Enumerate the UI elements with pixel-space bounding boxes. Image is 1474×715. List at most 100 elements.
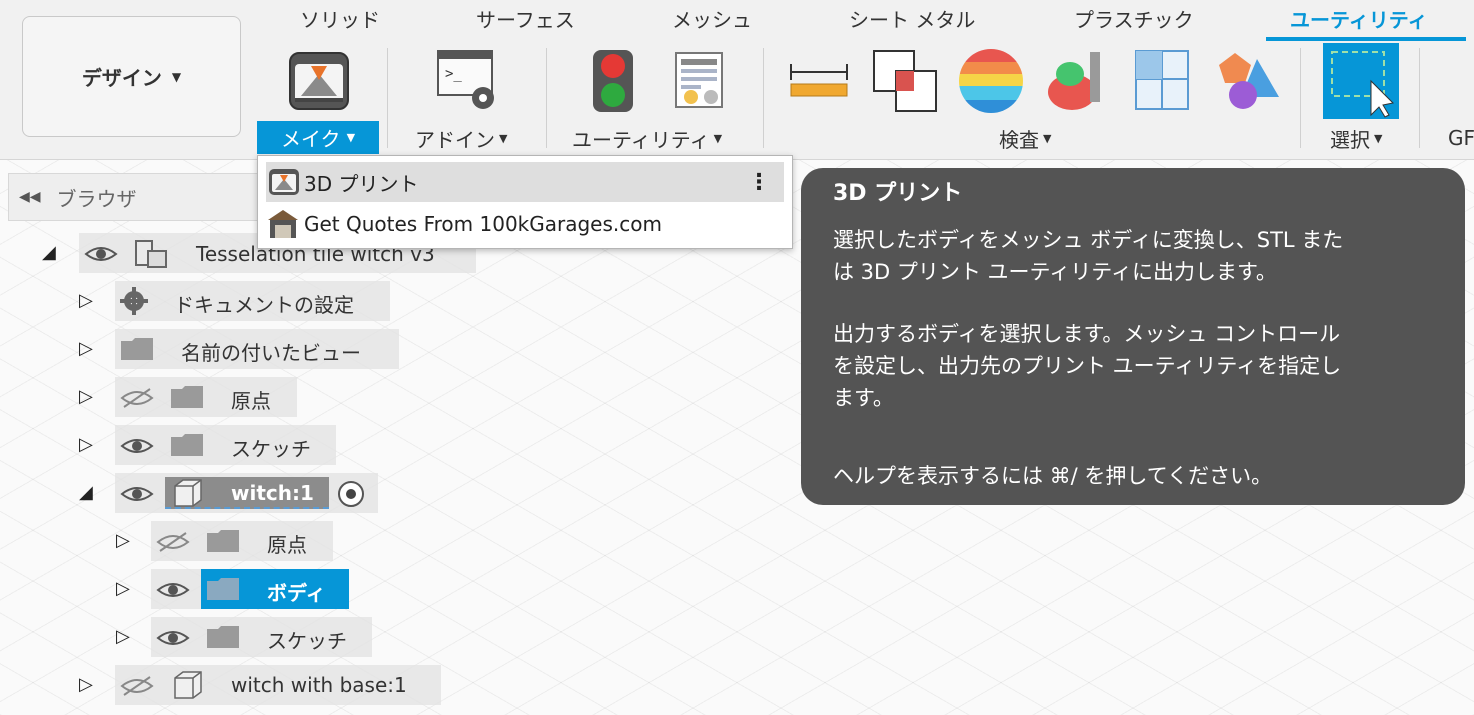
eye-hidden-icon[interactable] [156, 531, 190, 553]
tooltip-text: を設定し、出力先のプリント ユーティリティを指定し [833, 354, 1342, 378]
caret-down-icon: ▼ [171, 69, 182, 84]
tab-plastic[interactable]: プラスチック [1074, 4, 1194, 32]
project-report-icon[interactable] [675, 52, 725, 110]
workspace-label: デザイン [81, 66, 162, 90]
expanded-triangle-icon[interactable]: ◢ [42, 242, 56, 263]
section-analysis-icon[interactable] [1134, 49, 1190, 111]
menu-item-label: 3D プリント [304, 171, 419, 196]
tooltip-3d-print: 3D プリント 選択したボディをメッシュ ボディに変換し、STL また は 3D… [801, 168, 1465, 505]
tooltip-text: は 3D プリント ユーティリティに出力します。 [833, 260, 1277, 284]
tree-label-bodies[interactable]: ボディ [267, 577, 326, 606]
inspect-label: 検査 [999, 127, 1039, 152]
collapsed-triangle-icon[interactable]: ▷ [79, 674, 93, 695]
addins-menu-button[interactable]: アドイン ▼ [415, 124, 507, 152]
tab-sheet-metal[interactable]: シート メタル [849, 4, 975, 32]
collapsed-triangle-icon[interactable]: ▷ [116, 578, 130, 599]
tree-label-sketches-child[interactable]: スケッチ [267, 625, 347, 654]
eye-icon[interactable] [84, 243, 118, 265]
3d-print-icon [269, 169, 299, 195]
component-icon [135, 240, 167, 268]
caret-down-icon: ▼ [346, 131, 356, 144]
tree-label-origin[interactable]: 原点 [231, 385, 271, 414]
tree-label-witch-component[interactable]: witch:1 [231, 481, 314, 505]
activate-radio-icon[interactable] [337, 480, 365, 508]
expanded-triangle-icon[interactable]: ◢ [79, 482, 93, 503]
tree-label-named-views[interactable]: 名前の付いたビュー [181, 337, 361, 366]
tab-utility[interactable]: ユーティリティ [1290, 4, 1428, 32]
tooltip-text: 出力するボディを選択します。メッシュ コントロール [833, 322, 1341, 346]
active-tab-indicator [1266, 37, 1466, 41]
eye-icon[interactable] [156, 627, 190, 649]
traffic-light-icon[interactable] [592, 49, 634, 113]
utility-menu-button[interactable]: ユーティリティ ▼ [572, 124, 722, 152]
collapsed-triangle-icon[interactable]: ▷ [116, 626, 130, 647]
eye-hidden-icon[interactable] [120, 675, 154, 697]
tab-surface[interactable]: サーフェス [476, 4, 575, 32]
folder-icon [207, 626, 239, 648]
tab-mesh[interactable]: メッシュ [672, 4, 752, 32]
menu-item-3d-print[interactable]: 3D プリント ⋮ [266, 162, 784, 202]
browser-panel-header[interactable]: ◀◀ ブラウザ [8, 173, 268, 221]
collapsed-triangle-icon[interactable]: ▷ [79, 338, 93, 359]
toolbar-divider [1419, 48, 1420, 148]
tooltip-title: 3D プリント [833, 181, 963, 206]
tooltip-text: ます。 [833, 386, 894, 410]
svg-text:>_: >_ [445, 66, 462, 82]
folder-icon [207, 578, 239, 600]
make-label: メイク [280, 127, 341, 151]
folder-icon [171, 434, 203, 456]
tree-label-document-settings[interactable]: ドキュメントの設定 [174, 289, 354, 318]
menu-item-label: Get Quotes From 100kGarages.com [304, 212, 662, 236]
inspect-menu-button[interactable]: 検査 ▼ [999, 124, 1051, 152]
interference-icon[interactable] [872, 49, 938, 113]
toolbar-divider [546, 48, 547, 148]
tooltip-text: 選択したボディをメッシュ ボディに変換し、STL また [833, 228, 1344, 252]
select-label: 選択 [1330, 127, 1370, 152]
collapsed-triangle-icon[interactable]: ▷ [116, 530, 130, 551]
3d-print-icon[interactable] [289, 52, 349, 110]
eye-hidden-icon[interactable] [120, 387, 154, 409]
collapse-panel-icon[interactable]: ◀◀ [19, 189, 41, 205]
folder-icon [207, 530, 239, 552]
caret-down-icon: ▼ [713, 131, 723, 145]
make-dropdown-menu: 3D プリント ⋮ Get Quotes From 100kGarages.co… [257, 155, 793, 249]
utility-label: ユーティリティ [572, 127, 710, 152]
zebra-analysis-icon[interactable] [958, 48, 1024, 114]
select-tool[interactable] [1323, 43, 1399, 119]
tree-label-witch-with-base[interactable]: witch with base:1 [231, 673, 407, 697]
collapsed-triangle-icon[interactable]: ▷ [79, 290, 93, 311]
body-cube-icon [174, 671, 202, 699]
collapsed-triangle-icon[interactable]: ▷ [79, 386, 93, 407]
folder-icon [121, 338, 153, 360]
tree-label-sketches[interactable]: スケッチ [231, 433, 311, 462]
make-menu-button[interactable]: メイク ▼ [257, 121, 379, 154]
selection-cursor-icon [1331, 51, 1395, 118]
tooltip-help-hint: ヘルプを表示するには ⌘/ を押してください。 [833, 464, 1273, 488]
measure-icon[interactable] [789, 62, 849, 98]
caret-down-icon: ▼ [1374, 131, 1383, 145]
gf-menu-button[interactable]: GF [1448, 124, 1474, 152]
eye-icon[interactable] [120, 483, 154, 505]
tab-solid[interactable]: ソリッド [300, 4, 380, 32]
menu-item-get-quotes[interactable]: Get Quotes From 100kGarages.com [266, 204, 784, 244]
gear-icon [120, 287, 148, 315]
browser-title: ブラウザ [56, 186, 137, 211]
collapsed-triangle-icon[interactable]: ▷ [79, 434, 93, 455]
caret-down-icon: ▼ [499, 131, 508, 145]
curvature-analysis-icon[interactable] [1046, 48, 1106, 114]
toolbar-divider [387, 48, 388, 148]
caret-down-icon: ▼ [1043, 131, 1052, 145]
gf-label: GF [1448, 126, 1474, 150]
select-menu-button[interactable]: 選択 ▼ [1330, 124, 1382, 152]
toolbar-divider [763, 48, 764, 148]
addins-label: アドイン [415, 127, 495, 152]
toolbar-divider [1300, 48, 1301, 148]
tree-label-origin-child[interactable]: 原点 [267, 529, 307, 558]
eye-icon[interactable] [120, 435, 154, 457]
scripts-addins-icon[interactable]: >_ [437, 50, 499, 114]
component-color-icon[interactable] [1217, 51, 1281, 111]
folder-icon [171, 386, 203, 408]
more-options-icon[interactable]: ⋮ [748, 170, 770, 195]
workspace-switcher[interactable]: デザイン ▼ [22, 16, 241, 137]
eye-icon[interactable] [156, 579, 190, 601]
